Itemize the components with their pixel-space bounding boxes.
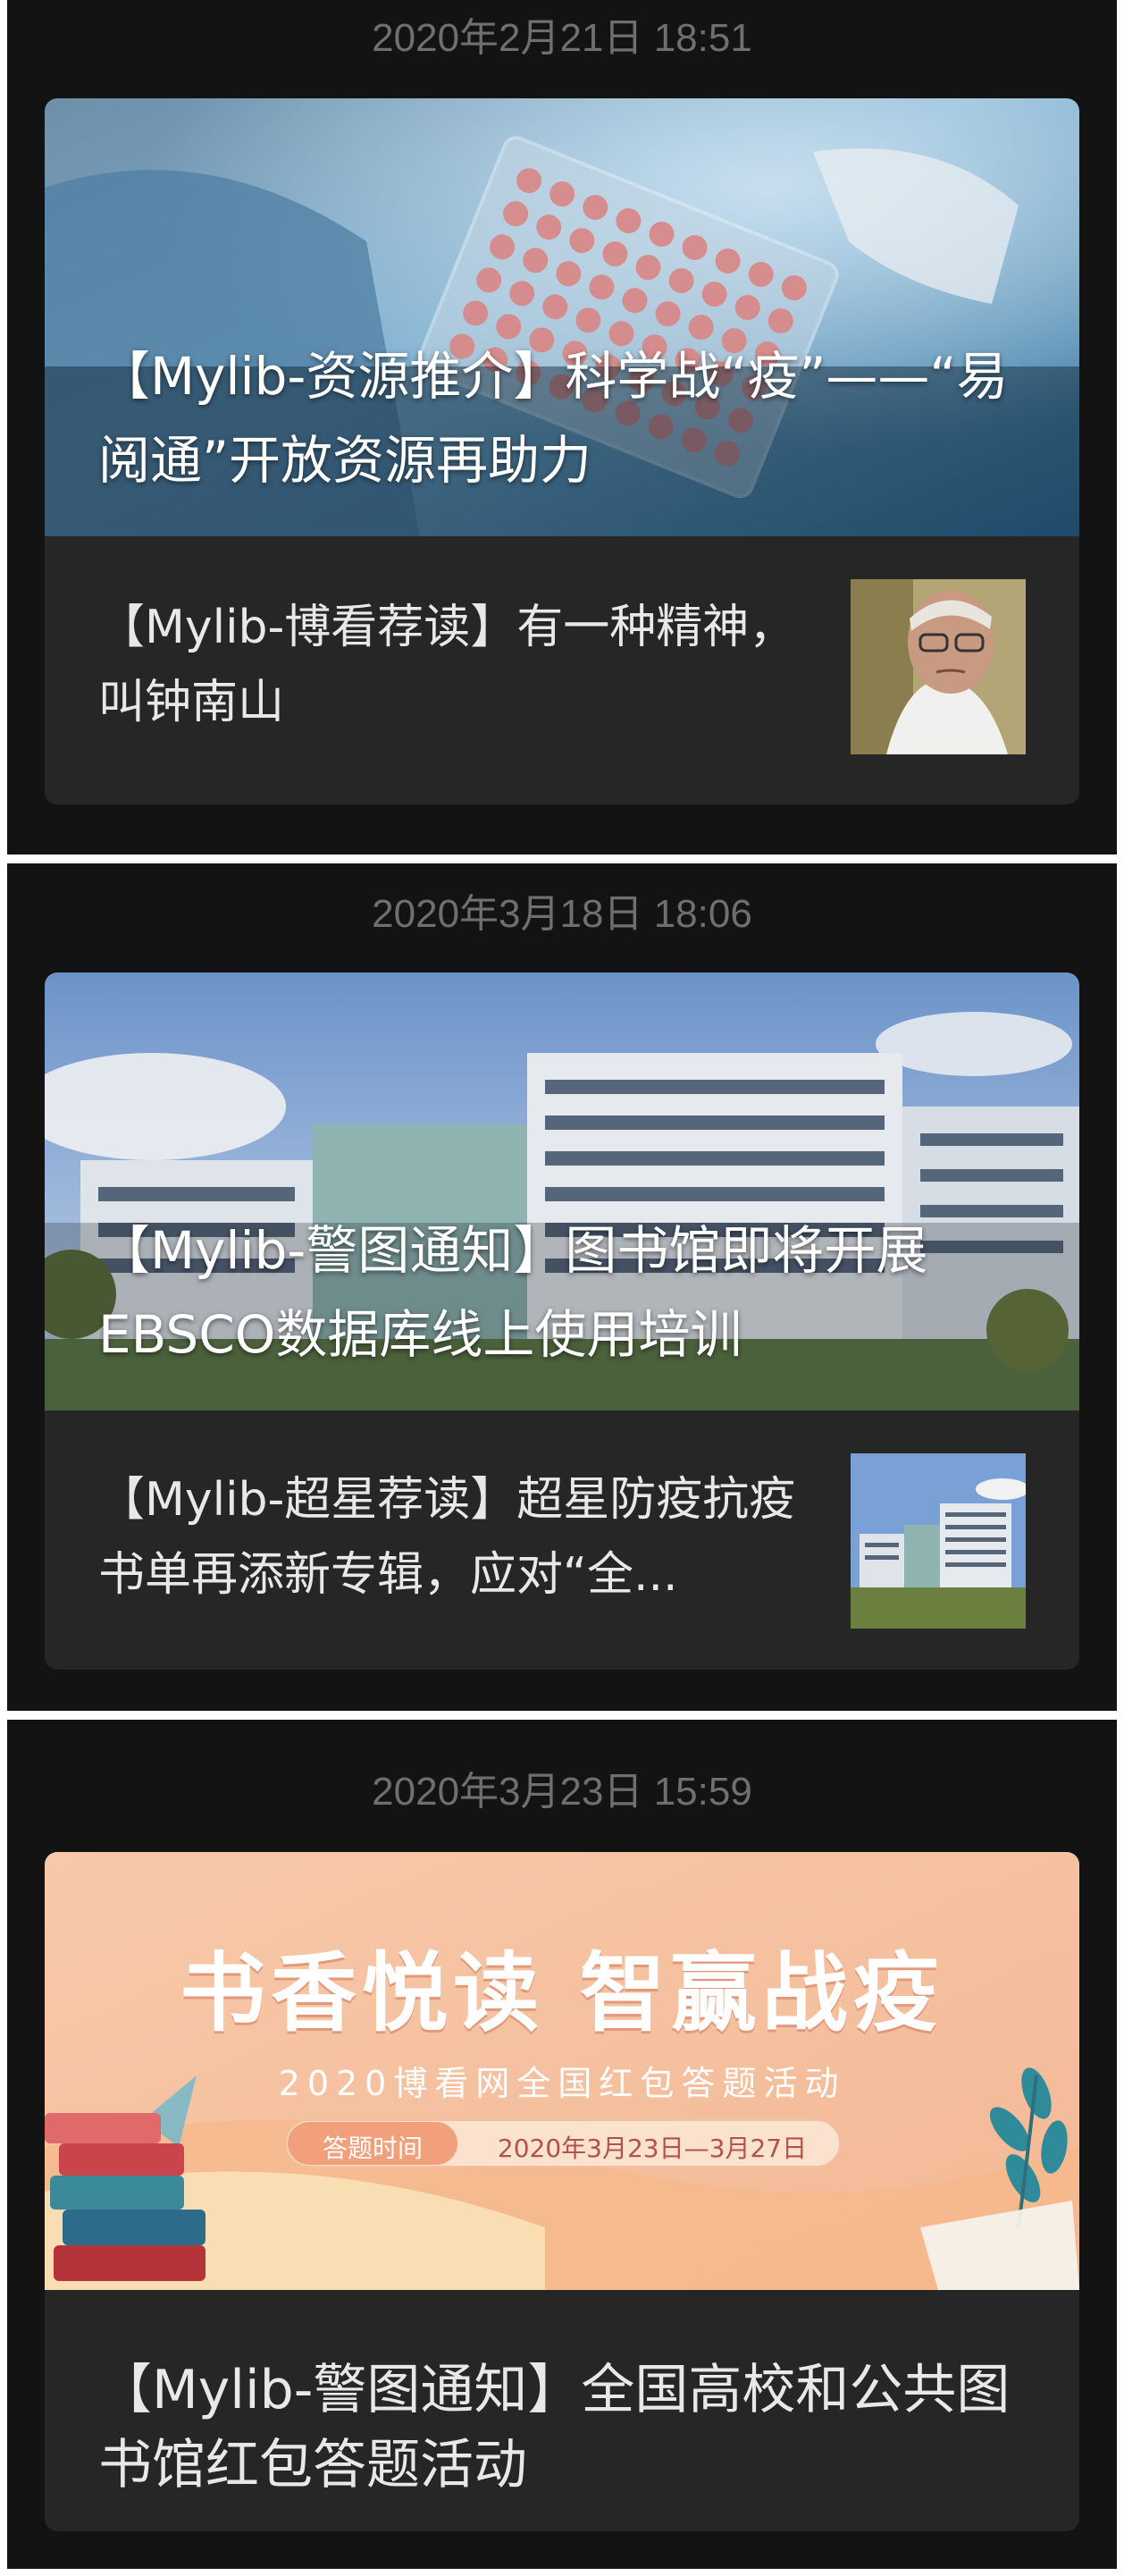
article-title: 【Mylib-警图通知】全国高校和公共图书馆红包答题活动	[98, 2359, 1011, 2496]
article-card[interactable]: 书香悦读 智赢战疫 2020博看网全国红包答题活动 答题时间 2020年3月23…	[45, 1852, 1079, 2531]
banner-tag-label: 答题时间	[322, 2134, 423, 2163]
cover-article[interactable]: 【Mylib-资源推介】科学战“疫”——“易阅通”开放资源再助力	[45, 98, 1079, 536]
message-group-2: 2020年3月18日 18:06 【Mylib-警图通知】图书馆即将开展EBSC…	[7, 863, 1117, 1711]
cover-article-title: 【Mylib-资源推介】科学战“疫”——“易阅通”开放资源再助力	[98, 346, 1009, 491]
message-timestamp: 2020年3月18日 18:06	[372, 892, 752, 936]
banner-tag-value: 2020年3月23日—3月27日	[497, 2134, 808, 2163]
cover-article[interactable]: 【Mylib-警图通知】图书馆即将开展EBSCO数据库线上使用培训	[45, 972, 1079, 1410]
message-timestamp: 2020年2月21日 18:51	[372, 16, 752, 60]
portrait-image	[851, 579, 1026, 754]
cover-article[interactable]: 书香悦读 智赢战疫 2020博看网全国红包答题活动 答题时间 2020年3月23…	[45, 1852, 1079, 2290]
banner-subheadline: 2020博看网全国红包答题活动	[278, 2064, 846, 2103]
sub-article-title: 【Mylib-超星荐读】超星防疫抗疫书单再添新专辑，应对“全...	[98, 1473, 796, 1602]
cover-article-title: 【Mylib-警图通知】图书馆即将开展EBSCO数据库线上使用培训	[98, 1220, 928, 1365]
article-card[interactable]: 【Mylib-警图通知】图书馆即将开展EBSCO数据库线上使用培训 【Mylib…	[45, 972, 1079, 1670]
sub-article-title: 【Mylib-博看荐读】有一种精神，叫钟南山	[98, 601, 796, 729]
article-card[interactable]: 【Mylib-资源推介】科学战“疫”——“易阅通”开放资源再助力 【Mylib-…	[45, 98, 1079, 804]
library-building-image	[851, 1453, 1026, 1629]
sub-article[interactable]: 【Mylib-超星荐读】超星防疫抗疫书单再添新专辑，应对“全...	[45, 1410, 1079, 1670]
message-group-3: 2020年3月23日 15:59 书香悦读 智赢战疫 2020博看网全国红包答题…	[7, 1720, 1117, 2569]
thumbnail	[851, 1453, 1026, 1629]
message-group-1: 2020年2月21日 18:51 【Mylib-资源推介】科学战“疫”——“易阅…	[7, 0, 1117, 854]
thumbnail	[851, 579, 1026, 754]
sub-article[interactable]: 【Mylib-博看荐读】有一种精神，叫钟南山	[45, 536, 1079, 804]
message-timestamp: 2020年3月23日 15:59	[372, 1770, 752, 1814]
banner-headline: 书香悦读 智赢战疫	[180, 1942, 944, 2043]
